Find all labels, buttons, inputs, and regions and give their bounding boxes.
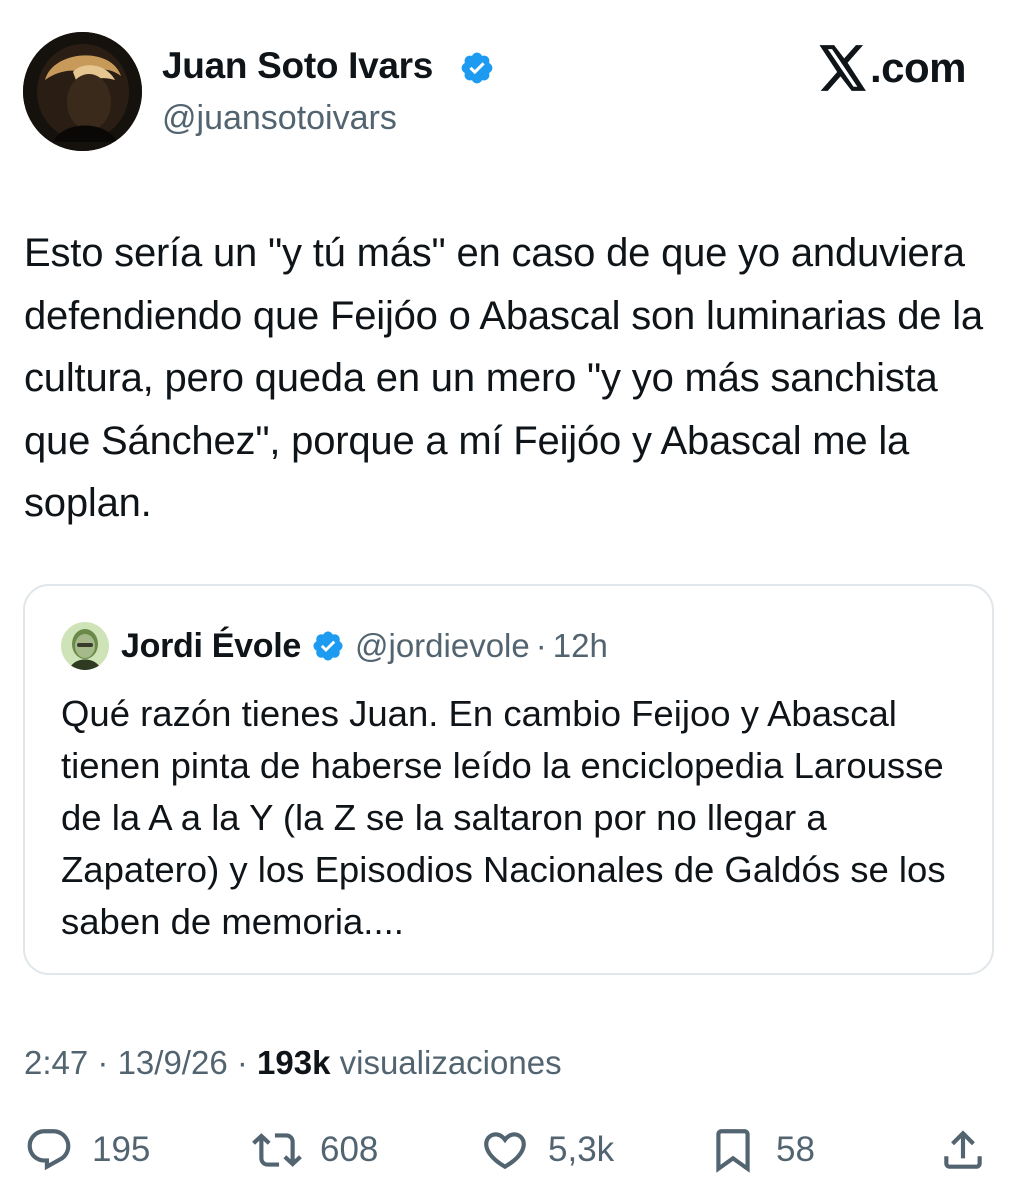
verified-badge-icon <box>461 52 493 84</box>
quote-author-handle[interactable]: @jordievole <box>355 627 530 665</box>
quote-header: Jordi Évole @jordievole · 12h <box>121 622 608 670</box>
quote-verified-badge-icon <box>313 631 343 661</box>
reply-count: 195 <box>92 1130 151 1169</box>
repost-button[interactable]: 608 <box>252 1122 378 1178</box>
bookmark-icon <box>716 1129 750 1173</box>
author-avatar-photo <box>23 32 142 151</box>
tweet-time[interactable]: 2:47 <box>24 1044 88 1081</box>
quote-meta-separator: · <box>535 627 547 664</box>
meta-separator: · <box>236 1044 248 1081</box>
meta-separator: · <box>97 1044 109 1081</box>
brand-text: .com <box>870 44 967 91</box>
action-bar: 195 608 5,3k 58 <box>0 1122 1019 1178</box>
views-count: 193k <box>257 1044 331 1081</box>
brand-logo: .com <box>818 42 967 94</box>
author-name[interactable]: Juan Soto Ivars <box>162 44 433 88</box>
reply-icon <box>27 1129 71 1171</box>
like-button[interactable]: 5,3k <box>480 1122 614 1178</box>
quote-text: Qué razón tienes Juan. En cambio Feijoo … <box>61 693 946 942</box>
quote-timestamp[interactable]: 12h <box>553 627 608 665</box>
tweet-date[interactable]: 13/9/26 <box>118 1044 228 1081</box>
like-count: 5,3k <box>548 1130 615 1169</box>
tweet-text: Esto sería un "y tú más" en caso de que … <box>24 231 983 525</box>
bookmark-button[interactable]: 58 <box>708 1122 815 1178</box>
share-button[interactable] <box>938 1122 988 1178</box>
quote-avatar-photo <box>61 622 109 670</box>
repost-count: 608 <box>320 1130 379 1169</box>
x-logo-icon <box>819 45 866 91</box>
quote-author-name[interactable]: Jordi Évole <box>121 627 301 666</box>
bookmark-count: 58 <box>776 1130 815 1169</box>
author-avatar[interactable] <box>23 32 142 151</box>
author-handle[interactable]: @juansotoivars <box>162 97 397 139</box>
reply-button[interactable]: 195 <box>24 1122 150 1178</box>
share-icon <box>944 1130 982 1169</box>
tweet-meta: 2:47 · 13/9/26 · 193k visualizaciones <box>24 1040 562 1086</box>
heart-icon <box>484 1132 526 1170</box>
views-label: visualizaciones <box>339 1044 562 1081</box>
quote-avatar[interactable] <box>61 622 109 670</box>
quoted-tweet[interactable]: Jordi Évole @jordievole · 12h Qué razón … <box>23 584 994 975</box>
repost-icon <box>252 1133 302 1167</box>
